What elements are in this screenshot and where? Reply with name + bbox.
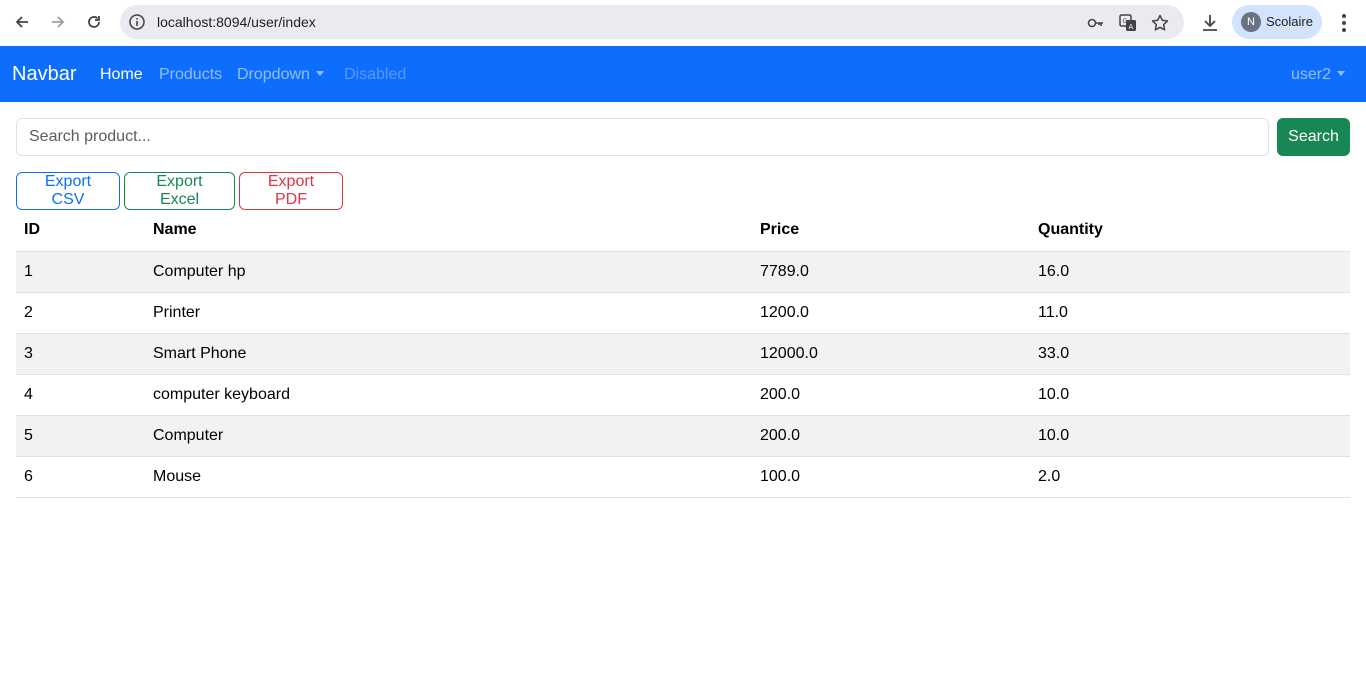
svg-text:G: G bbox=[1123, 18, 1128, 25]
table-row: 4 computer keyboard 200.0 10.0 bbox=[16, 374, 1350, 416]
cell-quantity: 2.0 bbox=[1030, 456, 1350, 498]
cell-id: 3 bbox=[16, 333, 145, 375]
table-row: 1 Computer hp 7789.0 16.0 bbox=[16, 251, 1350, 293]
cell-name: Printer bbox=[145, 292, 752, 334]
translate-icon[interactable]: AG bbox=[1118, 13, 1138, 33]
site-info-icon[interactable] bbox=[128, 13, 146, 31]
svg-text:A: A bbox=[1129, 23, 1134, 31]
cell-price: 100.0 bbox=[752, 456, 1030, 498]
caret-down-icon bbox=[1337, 71, 1346, 76]
export-pdf-button[interactable]: Export PDF bbox=[239, 172, 343, 210]
user-dropdown[interactable]: user2 bbox=[1291, 66, 1346, 84]
cell-id: 5 bbox=[16, 415, 145, 457]
nav-dropdown[interactable]: Dropdown bbox=[237, 66, 324, 84]
browser-toolbar: localhost:8094/user/index AG N Scolaire bbox=[0, 0, 1366, 46]
cell-price: 7789.0 bbox=[752, 251, 1030, 293]
caret-down-icon bbox=[315, 71, 324, 76]
user-dropdown-label: user2 bbox=[1291, 66, 1332, 83]
cell-name: computer keyboard bbox=[145, 374, 752, 416]
search-button[interactable]: Search bbox=[1277, 118, 1350, 156]
cell-quantity: 16.0 bbox=[1030, 251, 1350, 293]
cell-quantity: 33.0 bbox=[1030, 333, 1350, 375]
header-name: Name bbox=[145, 210, 752, 252]
cell-quantity: 11.0 bbox=[1030, 292, 1350, 334]
nav-dropdown-label: Dropdown bbox=[237, 66, 310, 83]
cell-price: 12000.0 bbox=[752, 333, 1030, 375]
cell-name: Smart Phone bbox=[145, 333, 752, 375]
cell-price: 1200.0 bbox=[752, 292, 1030, 334]
top-navbar: Navbar Home Products Dropdown Disabled u… bbox=[0, 46, 1366, 102]
profile-name: Scolaire bbox=[1266, 14, 1313, 29]
url-text: localhost:8094/user/index bbox=[157, 14, 316, 30]
download-icon[interactable] bbox=[1198, 11, 1222, 35]
header-quantity: Quantity bbox=[1030, 210, 1350, 252]
products-table: ID Name Price Quantity 1 Computer hp 778… bbox=[16, 210, 1350, 498]
cell-quantity: 10.0 bbox=[1030, 374, 1350, 416]
header-id: ID bbox=[16, 210, 145, 252]
header-price: Price bbox=[752, 210, 1030, 252]
key-icon[interactable] bbox=[1086, 13, 1106, 33]
cell-id: 2 bbox=[16, 292, 145, 334]
forward-icon[interactable] bbox=[45, 9, 71, 35]
cell-price: 200.0 bbox=[752, 415, 1030, 457]
avatar: N bbox=[1241, 12, 1261, 32]
cell-price: 200.0 bbox=[752, 374, 1030, 416]
table-row: 2 Printer 1200.0 11.0 bbox=[16, 292, 1350, 334]
cell-id: 4 bbox=[16, 374, 145, 416]
table-row: 5 Computer 200.0 10.0 bbox=[16, 415, 1350, 457]
cell-id: 1 bbox=[16, 251, 145, 293]
table-row: 3 Smart Phone 12000.0 33.0 bbox=[16, 333, 1350, 375]
search-input[interactable] bbox=[16, 118, 1269, 156]
cell-name: Computer bbox=[145, 415, 752, 457]
cell-id: 6 bbox=[16, 456, 145, 498]
table-header-row: ID Name Price Quantity bbox=[16, 210, 1350, 252]
export-csv-button[interactable]: Export CSV bbox=[16, 172, 120, 210]
cell-name: Mouse bbox=[145, 456, 752, 498]
more-menu-icon[interactable] bbox=[1334, 11, 1354, 35]
cell-quantity: 10.0 bbox=[1030, 415, 1350, 457]
profile-button[interactable]: N Scolaire bbox=[1232, 5, 1322, 39]
navbar-brand[interactable]: Navbar bbox=[12, 63, 76, 86]
cell-name: Computer hp bbox=[145, 251, 752, 293]
bookmark-star-icon[interactable] bbox=[1150, 13, 1170, 33]
export-excel-button[interactable]: Export Excel bbox=[124, 172, 235, 210]
nav-link-home[interactable]: Home bbox=[100, 66, 143, 84]
reload-icon[interactable] bbox=[81, 9, 107, 35]
address-bar[interactable]: localhost:8094/user/index AG bbox=[120, 5, 1184, 39]
nav-link-products[interactable]: Products bbox=[159, 66, 222, 84]
table-row: 6 Mouse 100.0 2.0 bbox=[16, 456, 1350, 498]
back-icon[interactable] bbox=[9, 9, 35, 35]
nav-link-disabled: Disabled bbox=[344, 66, 407, 83]
